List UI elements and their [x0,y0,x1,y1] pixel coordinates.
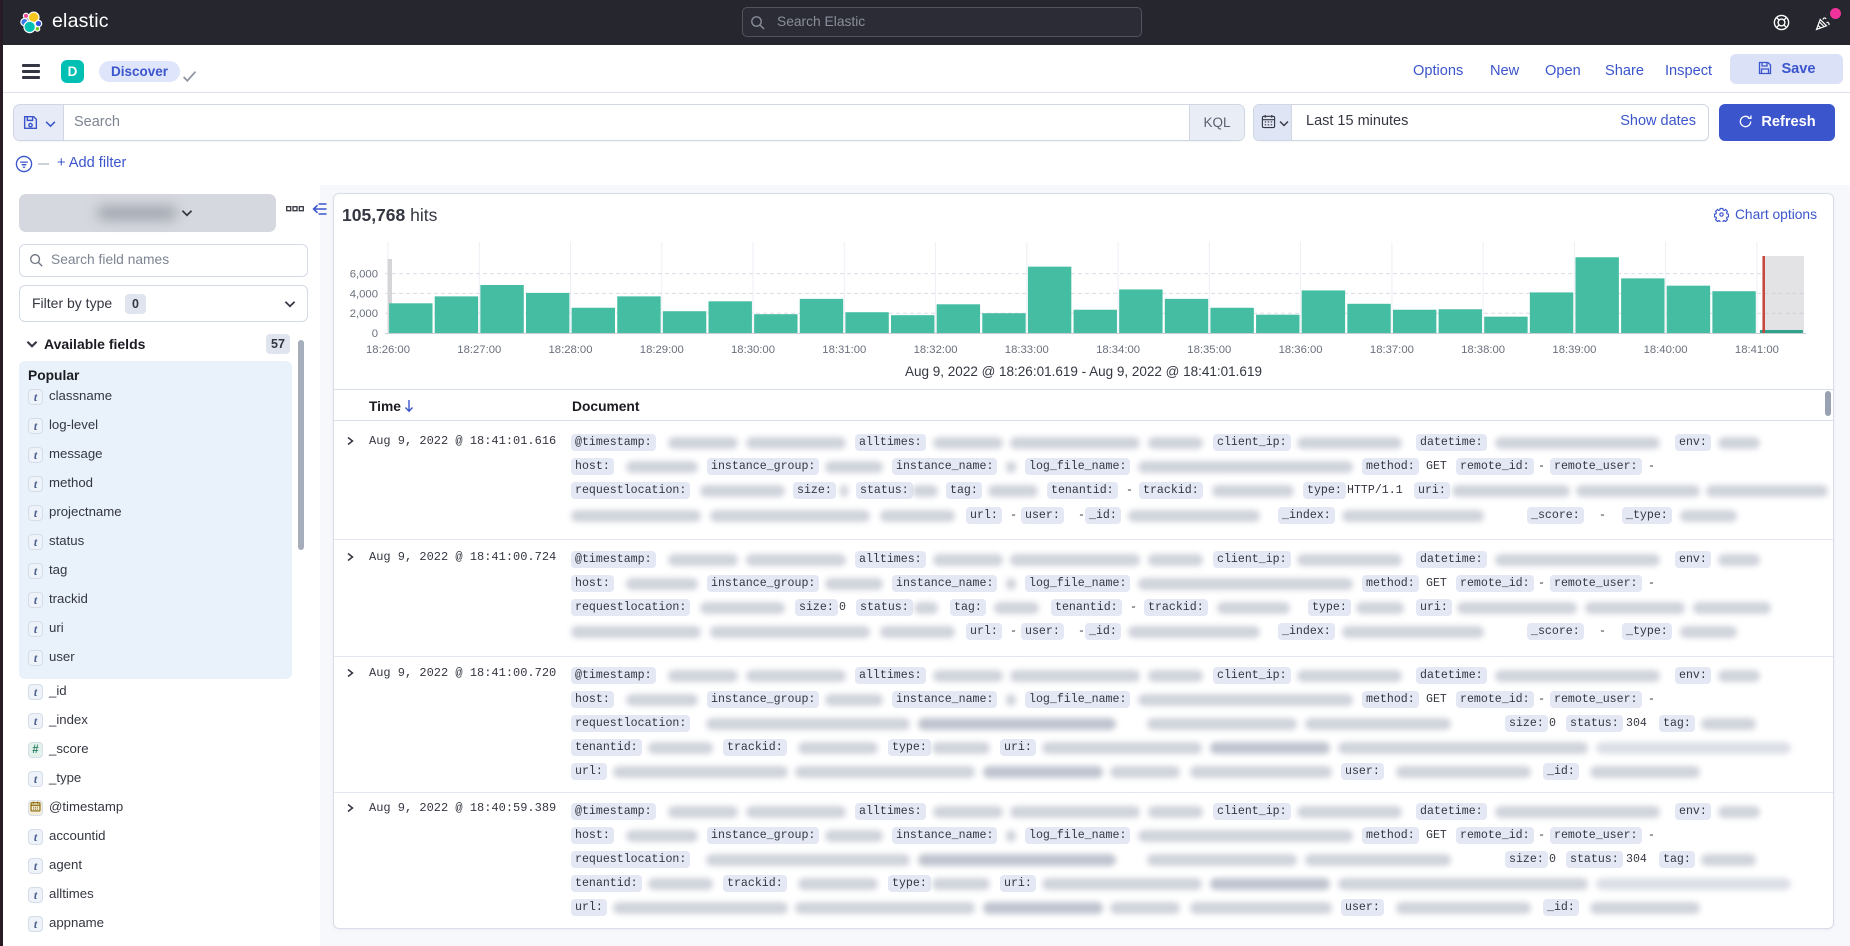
svg-text:18:27:00: 18:27:00 [457,344,501,356]
svg-text:6,000: 6,000 [350,269,378,281]
svg-text:18:40:00: 18:40:00 [1644,344,1688,356]
svg-text:18:32:00: 18:32:00 [914,344,958,356]
svg-text:18:36:00: 18:36:00 [1279,344,1323,356]
svg-text:18:34:00: 18:34:00 [1096,344,1140,356]
svg-text:4,000: 4,000 [350,288,378,300]
svg-text:18:30:00: 18:30:00 [731,344,775,356]
svg-text:18:35:00: 18:35:00 [1187,344,1231,356]
svg-text:0: 0 [372,328,378,340]
svg-text:18:28:00: 18:28:00 [549,344,593,356]
svg-text:18:39:00: 18:39:00 [1552,344,1596,356]
svg-text:18:37:00: 18:37:00 [1370,344,1414,356]
svg-text:18:33:00: 18:33:00 [1005,344,1049,356]
svg-text:18:38:00: 18:38:00 [1461,344,1505,356]
svg-text:2,000: 2,000 [350,308,378,320]
svg-text:18:26:00: 18:26:00 [366,344,410,356]
svg-text:18:29:00: 18:29:00 [640,344,684,356]
svg-text:18:41:00: 18:41:00 [1735,344,1779,356]
svg-text:18:31:00: 18:31:00 [822,344,866,356]
